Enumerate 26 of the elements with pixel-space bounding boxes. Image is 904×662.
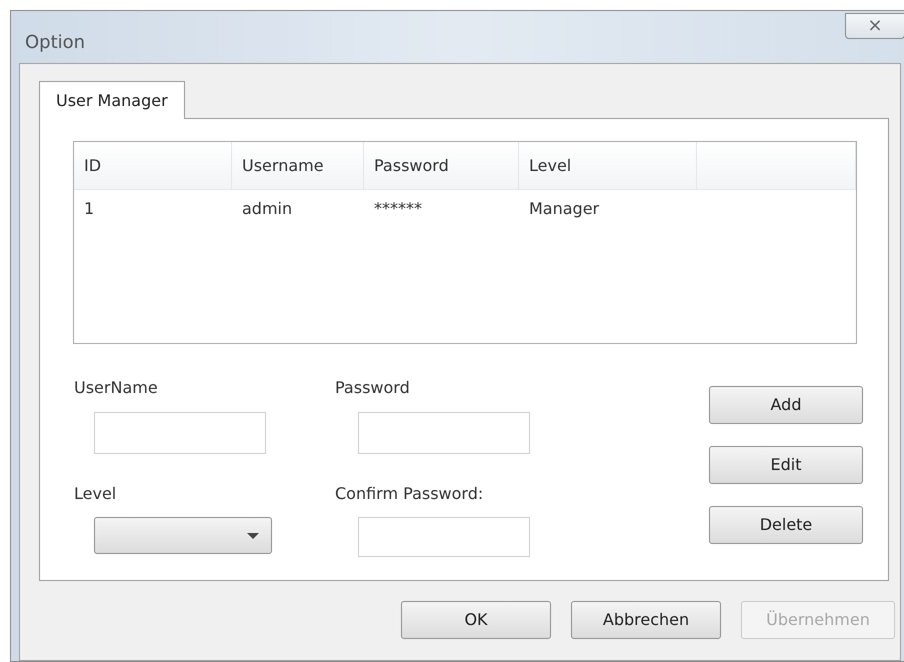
column-header[interactable]: Level: [519, 142, 697, 189]
field-label: UserName: [74, 377, 159, 399]
tab[interactable]: User Manager: [39, 81, 185, 119]
push-button[interactable]: Delete: [709, 506, 863, 544]
column-header[interactable]: Password: [364, 142, 519, 189]
table-cell-text: admin: [241, 198, 294, 220]
dropdown-arrow-icon: [247, 532, 259, 538]
field-label: Password: [335, 377, 411, 399]
column-header[interactable]: ID: [74, 142, 232, 189]
table-cell-text: Manager: [528, 198, 600, 220]
table-cell-text: 1: [83, 198, 96, 220]
username-field[interactable]: [94, 412, 266, 454]
close-button[interactable]: ⨯: [845, 13, 904, 39]
table-row[interactable]: 1 admin ****** Manager: [74, 190, 856, 228]
table-cell-text: ******: [373, 198, 423, 220]
level-dropdown[interactable]: [94, 517, 272, 554]
push-button[interactable]: Add: [709, 386, 863, 424]
column-header[interactable]: Username: [232, 142, 364, 189]
push-button[interactable]: Edit: [709, 446, 863, 484]
field-label: Level: [74, 483, 118, 505]
field-label: Confirm Password:: [335, 483, 484, 505]
confirm-password-field[interactable]: [358, 517, 530, 557]
window-title: Option: [25, 31, 86, 55]
push-button[interactable]: OK: [401, 601, 551, 639]
push-button[interactable]: Abbrechen: [571, 601, 721, 639]
password-field[interactable]: [358, 412, 530, 454]
